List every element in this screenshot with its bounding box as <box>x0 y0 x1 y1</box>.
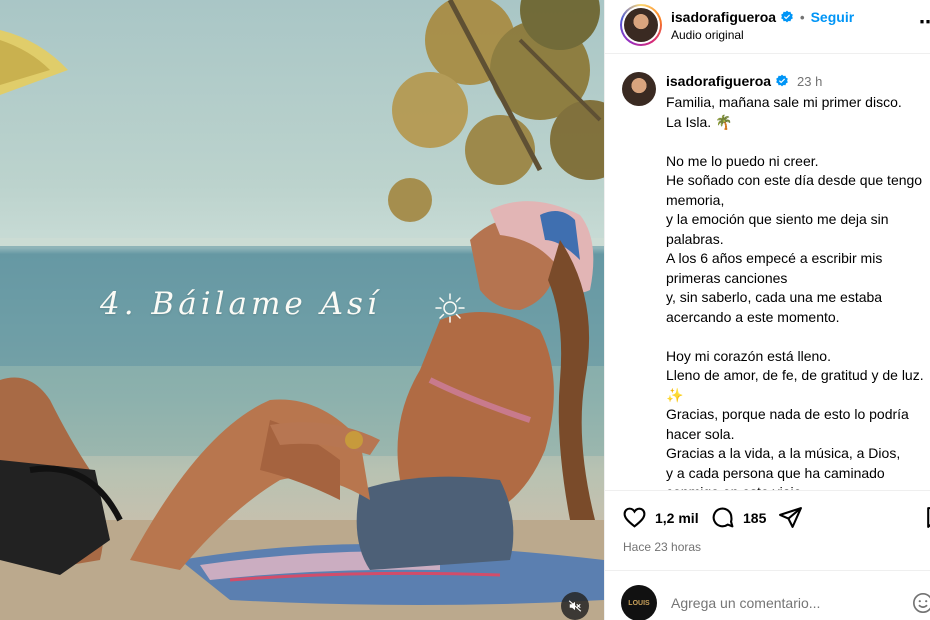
author-username[interactable]: isadorafigueroa <box>671 9 776 25</box>
follow-button[interactable]: Seguir <box>811 9 855 25</box>
song-title-overlay: 4. Báilame Así <box>100 286 381 322</box>
caption-timestamp: 23 h <box>797 73 823 89</box>
separator-dot: • <box>800 9 805 25</box>
avatar-logo-text: LOUIS <box>628 599 650 607</box>
caption-username[interactable]: isadorafigueroa <box>666 73 771 89</box>
more-options-button[interactable]: ⋯ <box>919 12 930 33</box>
save-button[interactable] <box>923 505 930 530</box>
caption-author-avatar[interactable] <box>622 72 656 106</box>
posted-ago: Hace 23 horas <box>623 540 702 554</box>
caption-text: Familia, mañana sale mi primer disco. La… <box>666 94 924 490</box>
share-button[interactable] <box>778 505 803 530</box>
bookmark-icon <box>927 507 930 528</box>
audio-link[interactable]: Audio original <box>671 28 744 42</box>
caption-section: isadorafigueroa 23 h Familia, mañana sal… <box>605 55 930 490</box>
verified-badge-icon <box>781 10 793 23</box>
post-sidebar: isadorafigueroa • Seguir Audio original … <box>604 0 930 620</box>
post-header: isadorafigueroa • Seguir Audio original … <box>605 0 930 54</box>
like-button[interactable]: 1,2 mil <box>622 505 699 530</box>
emoji-icon[interactable] <box>912 592 930 614</box>
comment-composer: LOUIS <box>605 570 930 620</box>
heart-icon <box>623 507 646 528</box>
verified-badge-icon <box>776 74 788 87</box>
like-count: 1,2 mil <box>655 509 699 526</box>
speaker-muted-icon <box>568 600 582 612</box>
sun-icon <box>435 293 465 323</box>
comment-count: 185 <box>743 509 767 526</box>
mute-button[interactable] <box>561 592 589 620</box>
post-media[interactable]: 4. Báilame Así <box>0 0 604 620</box>
comment-button[interactable]: 185 <box>710 505 766 530</box>
actions-bar: 1,2 mil 185 Hace 23 horas <box>605 490 930 570</box>
current-user-avatar: LOUIS <box>621 585 657 620</box>
author-avatar[interactable] <box>620 4 662 46</box>
paper-plane-icon <box>779 507 802 528</box>
comment-bubble-icon <box>712 507 734 528</box>
comment-input[interactable] <box>671 595 871 611</box>
